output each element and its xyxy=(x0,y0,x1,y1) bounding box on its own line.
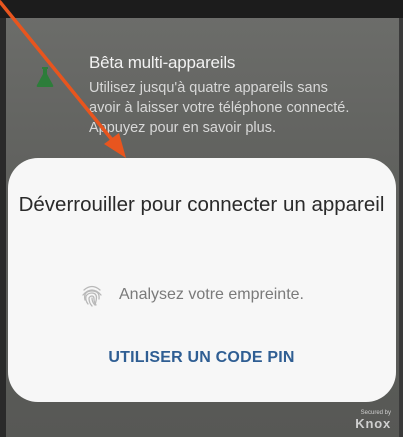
notification-line: Appuyez pour en savoir plus. xyxy=(89,120,276,136)
fingerprint-icon xyxy=(82,285,102,307)
notification-line: avoir à laisser votre téléphone connecté… xyxy=(89,100,350,116)
notification-body: Utilisez jusqu'à quatre appareils sans a… xyxy=(89,78,389,138)
knox-badge: Secured by Knox xyxy=(355,409,391,435)
status-strip xyxy=(0,0,403,18)
fingerprint-prompt-text: Analysez votre empreinte. xyxy=(119,286,304,303)
notification-line: Utilisez jusqu'à quatre appareils sans xyxy=(89,80,328,96)
use-pin-code-button[interactable]: UTILISER UN CODE PIN xyxy=(0,349,403,367)
fingerprint-prompt-row: Analysez votre empreinte. xyxy=(0,282,403,308)
flask-icon xyxy=(36,67,54,87)
knox-logo: Knox xyxy=(355,416,391,431)
dialog-title: Déverrouiller pour connecter un appareil xyxy=(18,193,385,216)
notification-title: Bêta multi-appareils xyxy=(89,53,236,72)
